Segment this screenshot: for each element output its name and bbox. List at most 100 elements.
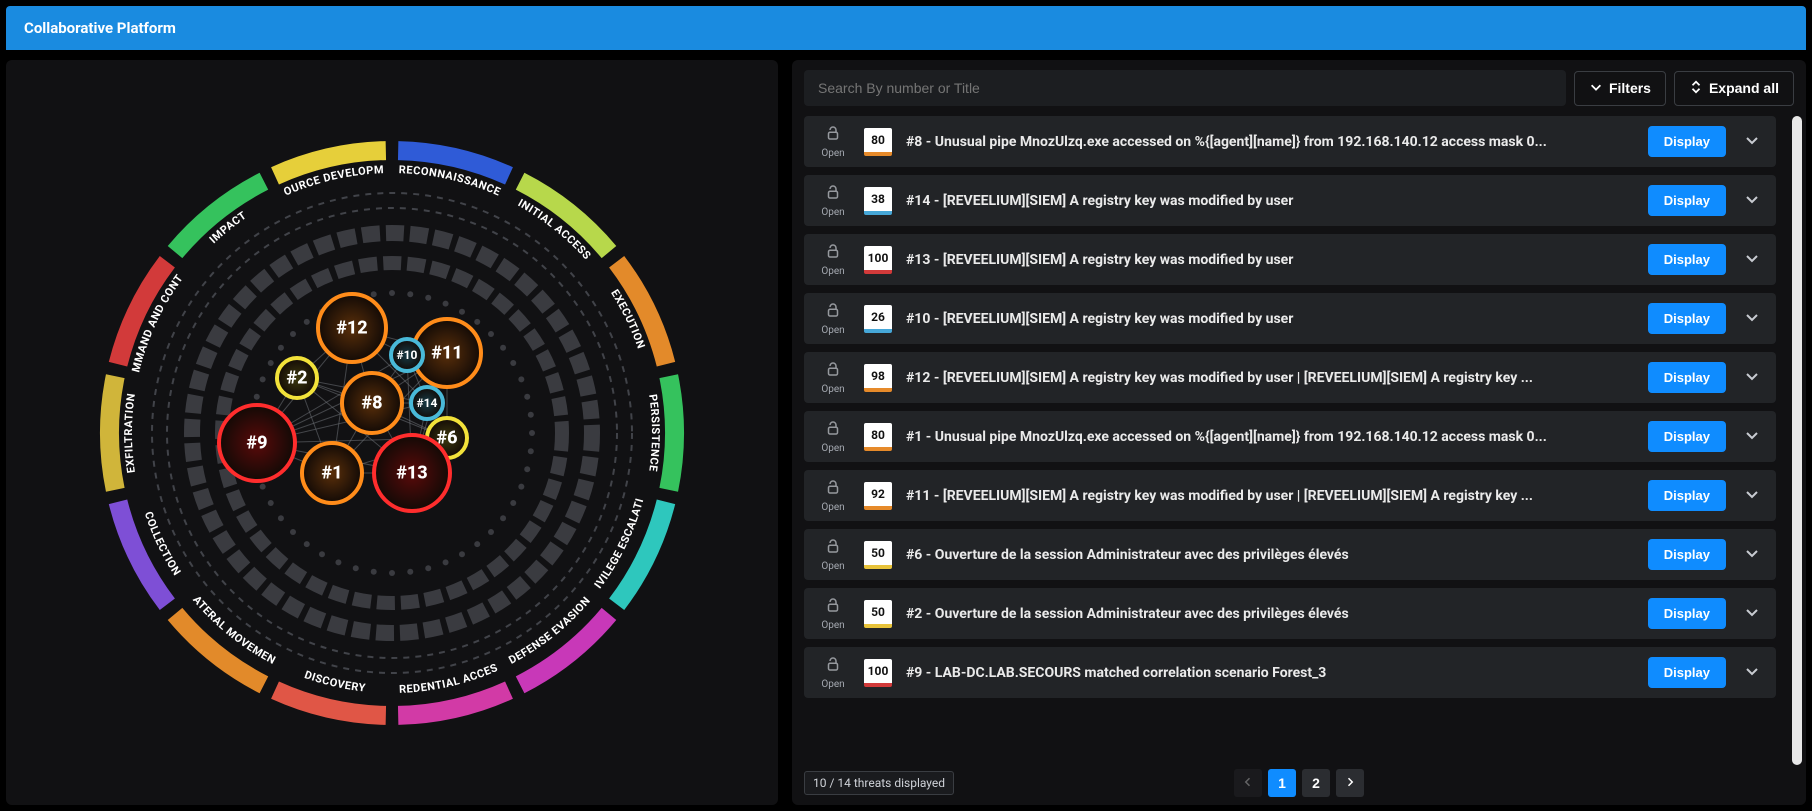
radial-visualisation[interactable]: RECONNAISSANCEINITIAL ACCESSEXECUTIONPER… [72,113,712,753]
expand-row-button[interactable] [1740,189,1764,213]
display-button[interactable]: Display [1648,421,1726,452]
search-input[interactable] [804,70,1566,106]
tactic-arc[interactable] [609,255,675,365]
status-cell: Open [816,478,850,513]
display-button[interactable]: Display [1648,598,1726,629]
chevron-down-icon [1744,191,1760,210]
tactic-arc[interactable] [516,172,616,257]
status-text: Open [821,325,844,336]
threat-counter: 10 / 14 threats displayed [804,771,954,795]
tactic-label: EXFILTRATION [122,392,138,474]
threat-bubble[interactable]: #13 [374,435,450,511]
threat-bubble[interactable]: #12 [318,294,386,362]
chevron-down-icon [1744,545,1760,564]
open-lock-icon [824,242,842,264]
expand-row-button[interactable] [1740,425,1764,449]
open-lock-icon [824,537,842,559]
tactic-arc[interactable] [398,681,513,724]
threat-bubble[interactable]: #2 [277,358,317,398]
threat-row[interactable]: Open50#6 - Ouverture de la session Admin… [804,529,1776,580]
threat-row[interactable]: Open98#12 - [REVEELIUM][SIEM] A registry… [804,352,1776,403]
scrollbar[interactable] [1792,116,1802,765]
threat-title: #10 - [REVEELIUM][SIEM] A registry key w… [906,311,1634,327]
threat-bubble[interactable]: #8 [342,373,402,433]
score-badge: 26 [864,305,892,333]
score-badge: 100 [864,246,892,274]
chevron-down-icon [1744,604,1760,623]
chevron-down-icon [1589,80,1603,97]
page-prev-button[interactable] [1234,769,1262,797]
status-cell: Open [816,537,850,572]
tactic-arc[interactable] [168,172,268,257]
tactic-arc[interactable] [398,141,513,184]
tactic-arc[interactable] [609,499,675,609]
expand-row-button[interactable] [1740,248,1764,272]
display-button[interactable]: Display [1648,244,1726,275]
threat-title: #12 - [REVEELIUM][SIEM] A registry key w… [906,370,1634,386]
chevron-down-icon [1744,309,1760,328]
status-text: Open [821,679,844,690]
chevron-down-icon [1744,663,1760,682]
status-cell: Open [816,124,850,159]
tactic-arc[interactable] [109,499,175,609]
tactic-arc[interactable] [100,374,125,492]
chevron-down-icon [1744,132,1760,151]
score-badge: 80 [864,423,892,451]
threat-bubble[interactable]: #9 [219,405,295,481]
expand-row-button[interactable] [1740,307,1764,331]
tactic-arc[interactable] [168,607,268,692]
expand-row-button[interactable] [1740,602,1764,626]
page-number-button[interactable]: 1 [1268,769,1296,797]
page-number-button[interactable]: 2 [1302,769,1330,797]
display-button[interactable]: Display [1648,539,1726,570]
tactic-arc[interactable] [516,607,616,692]
radial-panel: RECONNAISSANCEINITIAL ACCESSEXECUTIONPER… [6,60,778,805]
display-button[interactable]: Display [1648,185,1726,216]
expand-row-button[interactable] [1740,661,1764,685]
expand-row-button[interactable] [1740,543,1764,567]
expand-row-button[interactable] [1740,484,1764,508]
threat-title: #6 - Ouverture de la session Administrat… [906,547,1634,563]
open-lock-icon [824,124,842,146]
score-badge: 38 [864,187,892,215]
status-cell: Open [816,183,850,218]
threat-bubble[interactable]: #1 [302,443,362,503]
threat-bubble[interactable]: #14 [411,387,443,419]
score-badge: 100 [864,659,892,687]
tactic-arc[interactable] [659,374,684,492]
page-next-button[interactable] [1336,769,1364,797]
expand-all-button[interactable]: Expand all [1674,71,1794,106]
threat-row[interactable]: Open100#13 - [REVEELIUM][SIEM] A registr… [804,234,1776,285]
status-cell: Open [816,419,850,454]
threat-row[interactable]: Open80#1 - Unusual pipe MnozUlzq.exe acc… [804,411,1776,462]
tactic-label: PERSISTENCE [646,393,662,472]
display-button[interactable]: Display [1648,303,1726,334]
status-text: Open [821,443,844,454]
status-cell: Open [816,655,850,690]
threat-row[interactable]: Open 26 #10 - [REVEELIUM][SIEM] A registry… [804,293,1776,344]
threat-row[interactable]: Open92#11 - [REVEELIUM][SIEM] A registry… [804,470,1776,521]
threat-row[interactable]: Open80#8 - Unusual pipe MnozUlzq.exe acc… [804,116,1776,167]
status-text: Open [821,502,844,513]
status-cell: Open [816,360,850,395]
expand-row-button[interactable] [1740,366,1764,390]
tactic-arc[interactable] [109,255,175,365]
display-button[interactable]: Display [1648,126,1726,157]
threat-row[interactable]: Open50#2 - Ouverture de la session Admin… [804,588,1776,639]
threat-row[interactable]: Open100#9 - LAB-DC.LAB.SECOURS matched c… [804,647,1776,698]
tactic-arc[interactable] [271,681,386,724]
threat-row[interactable]: Open 38 #14 - [REVEELIUM][SIEM] A registry… [804,175,1776,226]
tactic-arc[interactable] [271,141,386,184]
filters-button[interactable]: Filters [1574,71,1666,106]
display-button[interactable]: Display [1648,657,1726,688]
threat-bubble[interactable]: #10 [391,339,423,371]
open-lock-icon [824,596,842,618]
display-button[interactable]: Display [1648,362,1726,393]
threat-list[interactable]: Open80#8 - Unusual pipe MnozUlzq.exe acc… [792,116,1806,765]
open-lock-icon [824,301,842,323]
threat-title: #14 - [REVEELIUM][SIEM] A registry key w… [906,193,1634,209]
display-button[interactable]: Display [1648,480,1726,511]
titlebar: Collaborative Platform [6,6,1806,50]
expand-row-button[interactable] [1740,130,1764,154]
pagination: 12 [1234,769,1364,797]
